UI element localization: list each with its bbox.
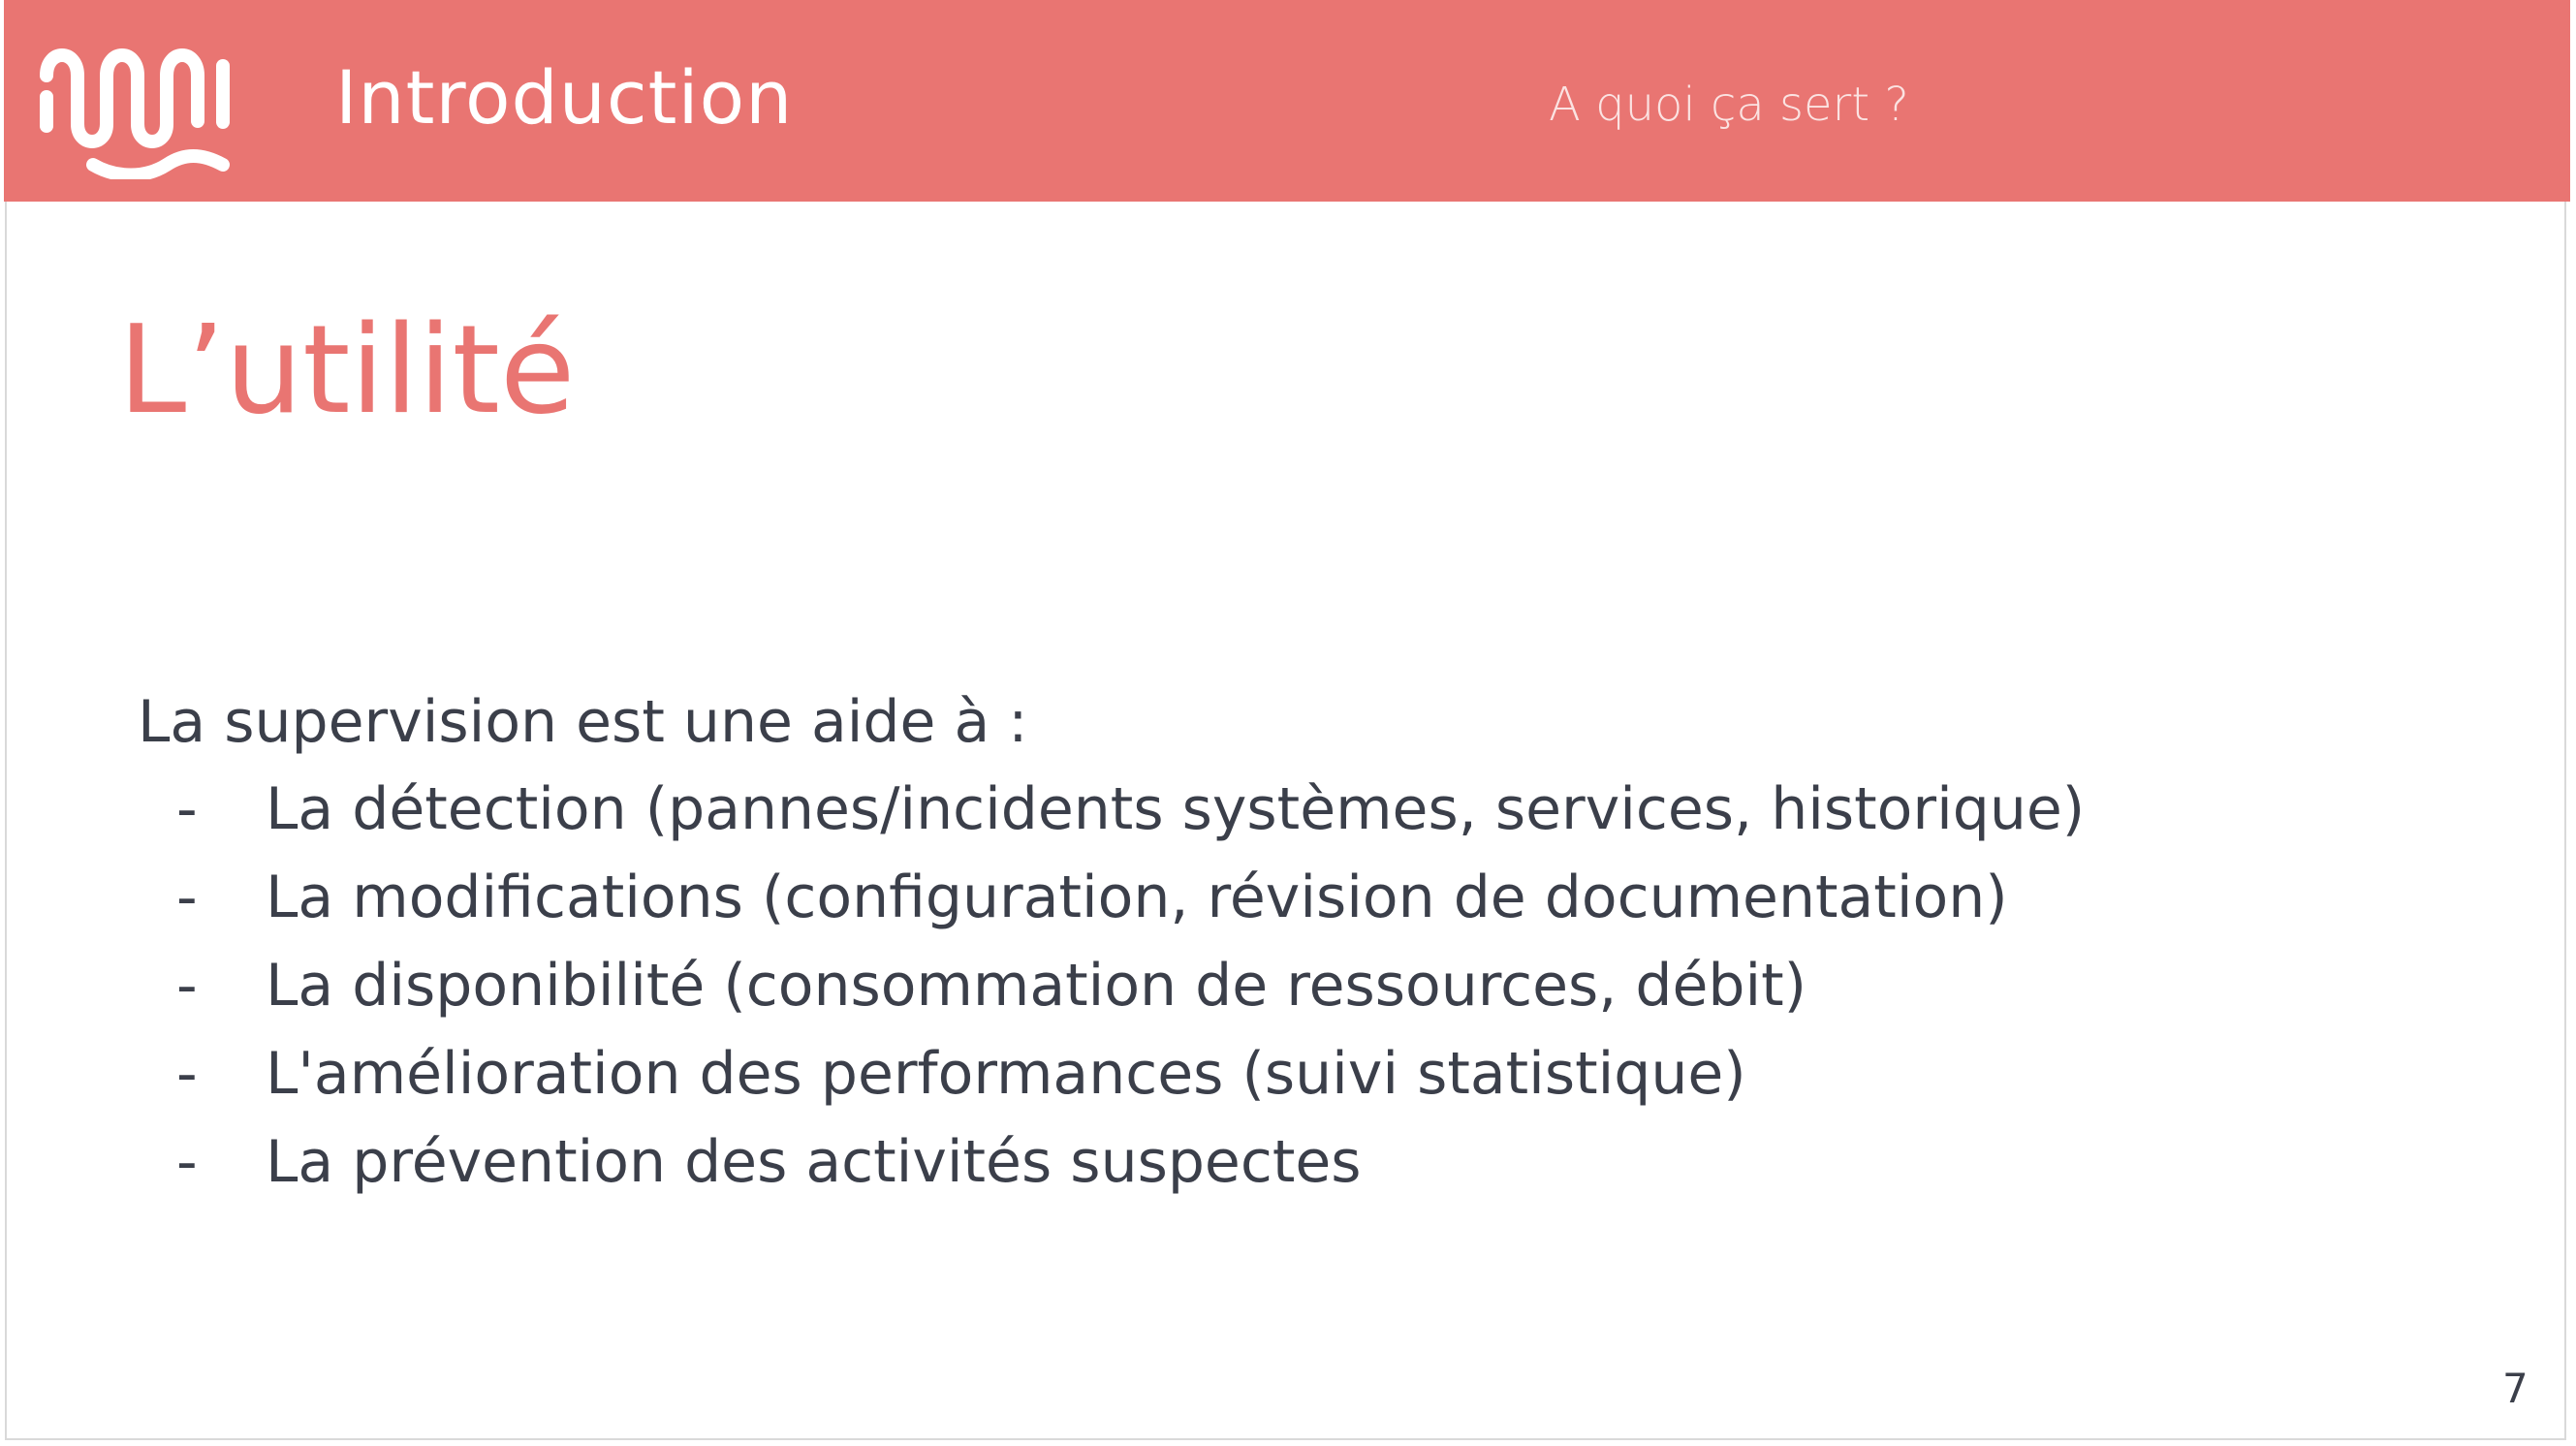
page-number: 7 bbox=[2502, 1365, 2529, 1412]
list-item-text: La prévention des activités suspectes bbox=[266, 1128, 1362, 1196]
bullet-dash: - bbox=[176, 864, 198, 931]
slide: Introduction A quoi ça sert ? L’utilité … bbox=[0, 0, 2576, 1446]
section-subtitle: A quoi ça sert ? bbox=[1549, 78, 1909, 132]
intro-text: La supervision est une aide à : bbox=[138, 688, 1028, 756]
list-item-text: La détection (pannes/incidents systèmes,… bbox=[266, 775, 2086, 843]
slide-header-bar: Introduction A quoi ça sert ? bbox=[4, 0, 2570, 202]
page-title: L’utilité bbox=[118, 299, 576, 441]
bullet-dash: - bbox=[176, 1128, 198, 1196]
bullet-dash: - bbox=[176, 1040, 198, 1108]
list-item-text: L'amélioration des performances (suivi s… bbox=[266, 1040, 1746, 1108]
list-item-text: La modifications (configuration, révisio… bbox=[266, 864, 2008, 931]
bullet-dash: - bbox=[176, 775, 198, 843]
list-item-text: La disponibilité (consommation de ressou… bbox=[266, 952, 1807, 1020]
wave-logo-icon bbox=[40, 48, 230, 179]
bullet-dash: - bbox=[176, 952, 198, 1020]
section-title: Introduction bbox=[335, 54, 794, 141]
